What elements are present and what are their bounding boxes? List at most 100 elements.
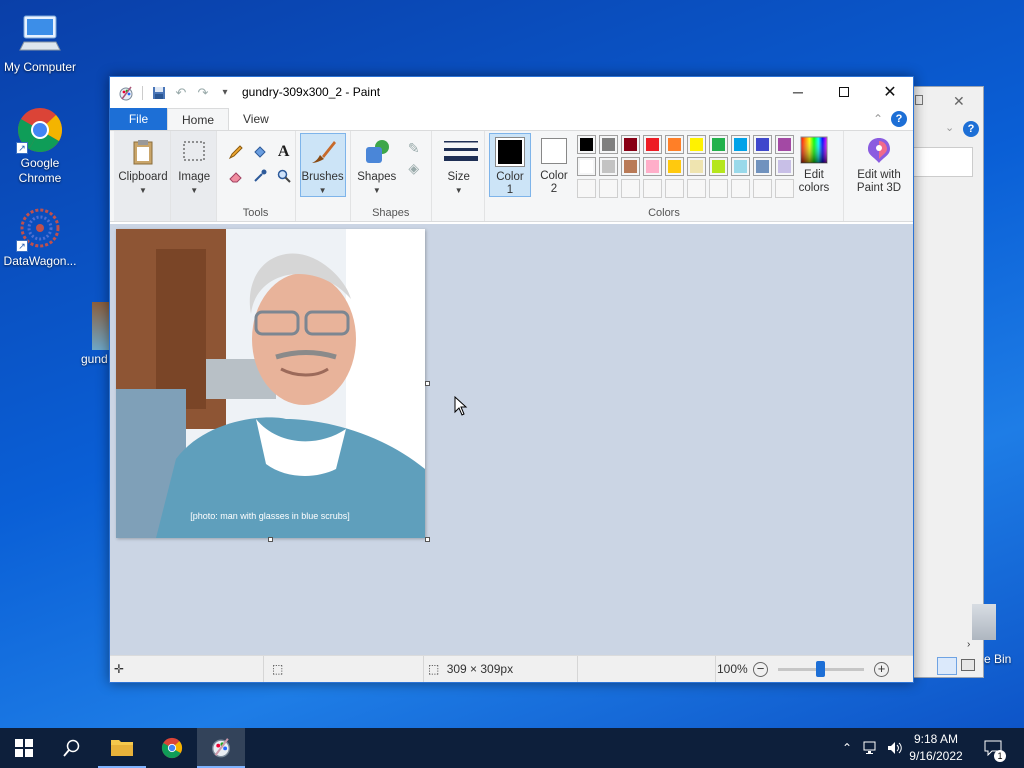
taskbar-clock[interactable]: 9:18 AM 9/16/2022 xyxy=(906,731,966,765)
palette-swatch[interactable] xyxy=(642,157,662,176)
fill-icon[interactable]: ◈ xyxy=(403,157,425,179)
custom-color-slot[interactable] xyxy=(576,179,596,198)
palette-swatch[interactable] xyxy=(664,157,684,176)
address-field[interactable] xyxy=(913,147,973,177)
details-view-icon[interactable] xyxy=(937,657,957,675)
status-bar: ✛ ⬚ ⬚ 309 × 309px 100% − + xyxy=(110,655,913,682)
save-icon[interactable] xyxy=(149,83,169,103)
maximize-button[interactable] xyxy=(821,77,867,107)
scroll-right-icon[interactable]: › xyxy=(967,639,970,650)
palette-swatch[interactable] xyxy=(752,135,772,154)
collapse-ribbon-icon[interactable]: ⌃ xyxy=(873,112,883,126)
chrome-taskbar-button[interactable] xyxy=(148,728,196,768)
text-tool-icon[interactable]: A xyxy=(273,141,295,163)
color-wheel-icon xyxy=(799,135,829,165)
zoom-in-button[interactable]: + xyxy=(874,662,889,677)
custom-color-slot[interactable] xyxy=(730,179,750,198)
brushes-label: Brushes xyxy=(301,171,344,183)
palette-swatch[interactable] xyxy=(576,157,596,176)
image-button[interactable]: Image ▼ xyxy=(173,137,215,197)
custom-color-slot[interactable] xyxy=(620,179,640,198)
resize-handle-corner[interactable] xyxy=(425,537,430,542)
palette-swatch[interactable] xyxy=(730,135,750,154)
help-icon[interactable]: ? xyxy=(963,121,979,137)
desktop-icon-google-chrome[interactable]: ↗ Google Chrome xyxy=(0,106,80,186)
redo-icon[interactable]: ↷ xyxy=(193,83,213,103)
palette-swatch[interactable] xyxy=(576,135,596,154)
palette-swatch[interactable] xyxy=(730,157,750,176)
title-bar[interactable]: ↶ ↷ ▾ gundry-309x300_2 - Paint ─ ✕ xyxy=(110,77,913,108)
windows-logo-icon xyxy=(15,739,33,757)
undo-icon[interactable]: ↶ xyxy=(171,83,191,103)
paint3d-group: Edit with Paint 3D xyxy=(844,131,913,221)
edit-with-paint3d-label: Edit with Paint 3D xyxy=(856,169,902,194)
desktop-icon-label: My Computer xyxy=(3,60,77,74)
custom-color-slot[interactable] xyxy=(598,179,618,198)
large-icons-view-icon[interactable] xyxy=(961,659,975,671)
desktop-icon-datawagon[interactable]: ↗ DataWagon... xyxy=(0,204,80,269)
zoom-out-button[interactable]: − xyxy=(753,662,768,677)
desktop-icon-label: DataWagon... xyxy=(3,254,77,268)
dropdown-arrow-icon: ▼ xyxy=(190,186,199,195)
help-icon[interactable]: ? xyxy=(891,111,907,127)
palette-swatch[interactable] xyxy=(752,157,772,176)
magnifier-icon[interactable] xyxy=(273,165,295,187)
chevron-down-icon[interactable]: ⌄ xyxy=(945,121,954,134)
palette-swatch[interactable] xyxy=(620,157,640,176)
palette-swatch[interactable] xyxy=(620,135,640,154)
canvas-image[interactable]: [photo: man with glasses in blue scrubs] xyxy=(116,229,425,538)
color-picker-icon[interactable] xyxy=(249,165,271,187)
pencil-icon[interactable] xyxy=(225,141,247,163)
paint-window[interactable]: ↶ ↷ ▾ gundry-309x300_2 - Paint ─ ✕ File … xyxy=(109,76,914,683)
palette-swatch[interactable] xyxy=(686,135,706,154)
resize-handle-right[interactable] xyxy=(425,381,430,386)
action-center-button[interactable]: 1 xyxy=(980,728,1006,768)
paint-taskbar-button[interactable] xyxy=(197,728,245,768)
brushes-button[interactable]: Brushes ▼ xyxy=(299,133,346,197)
search-button[interactable] xyxy=(48,728,96,768)
desktop-icon-my-computer[interactable]: My Computer xyxy=(0,10,80,75)
close-icon[interactable]: ✕ xyxy=(953,93,965,110)
custom-color-slot[interactable] xyxy=(708,179,728,198)
shapes-button[interactable]: Shapes ▼ xyxy=(353,137,401,197)
palette-swatch[interactable] xyxy=(686,157,706,176)
desktop-icon-label: gund xyxy=(81,352,108,366)
custom-color-slot[interactable] xyxy=(686,179,706,198)
show-hidden-icons-button[interactable]: ⌃ xyxy=(838,728,856,768)
tab-view[interactable]: View xyxy=(229,108,283,130)
custom-color-slot[interactable] xyxy=(642,179,662,198)
edit-colors-button[interactable]: Edit colors xyxy=(789,135,839,195)
zoom-slider-thumb[interactable] xyxy=(816,661,825,677)
palette-swatch[interactable] xyxy=(708,157,728,176)
edit-colors-label: Edit colors xyxy=(798,169,830,194)
minimize-button[interactable]: ─ xyxy=(775,77,821,107)
outline-icon[interactable]: ✎ xyxy=(403,137,425,159)
size-button[interactable]: Size ▼ xyxy=(436,137,482,197)
canvas-area[interactable]: [photo: man with glasses in blue scrubs] xyxy=(110,224,913,656)
custom-color-slot[interactable] xyxy=(752,179,772,198)
palette-swatch[interactable] xyxy=(598,135,618,154)
tab-home[interactable]: Home xyxy=(167,108,230,130)
palette-swatch[interactable] xyxy=(708,135,728,154)
close-button[interactable]: ✕ xyxy=(867,77,913,107)
network-icon[interactable] xyxy=(860,728,882,768)
color1-button[interactable]: Color 1 xyxy=(488,133,531,197)
palette-swatch[interactable] xyxy=(642,135,662,154)
volume-icon[interactable] xyxy=(884,728,906,768)
start-button[interactable] xyxy=(0,728,48,768)
palette-swatch[interactable] xyxy=(664,135,684,154)
edit-with-paint3d-button[interactable]: Edit with Paint 3D xyxy=(848,135,910,195)
file-explorer-button[interactable] xyxy=(98,728,146,768)
eraser-icon[interactable] xyxy=(225,165,247,187)
custom-color-slot[interactable] xyxy=(664,179,684,198)
desktop-icon-gundry-file[interactable]: gund xyxy=(78,302,110,367)
tab-file[interactable]: File xyxy=(110,108,167,130)
paint-app-icon[interactable] xyxy=(116,83,136,103)
customize-toolbar-icon[interactable]: ▾ xyxy=(215,83,235,103)
fill-bucket-icon[interactable] xyxy=(249,141,271,163)
clipboard-button[interactable]: Clipboard ▼ xyxy=(116,137,170,197)
resize-handle-bottom[interactable] xyxy=(268,537,273,542)
palette-swatch[interactable] xyxy=(598,157,618,176)
color2-button[interactable]: Color 2 xyxy=(533,136,575,196)
maximize-icon[interactable] xyxy=(915,95,923,105)
